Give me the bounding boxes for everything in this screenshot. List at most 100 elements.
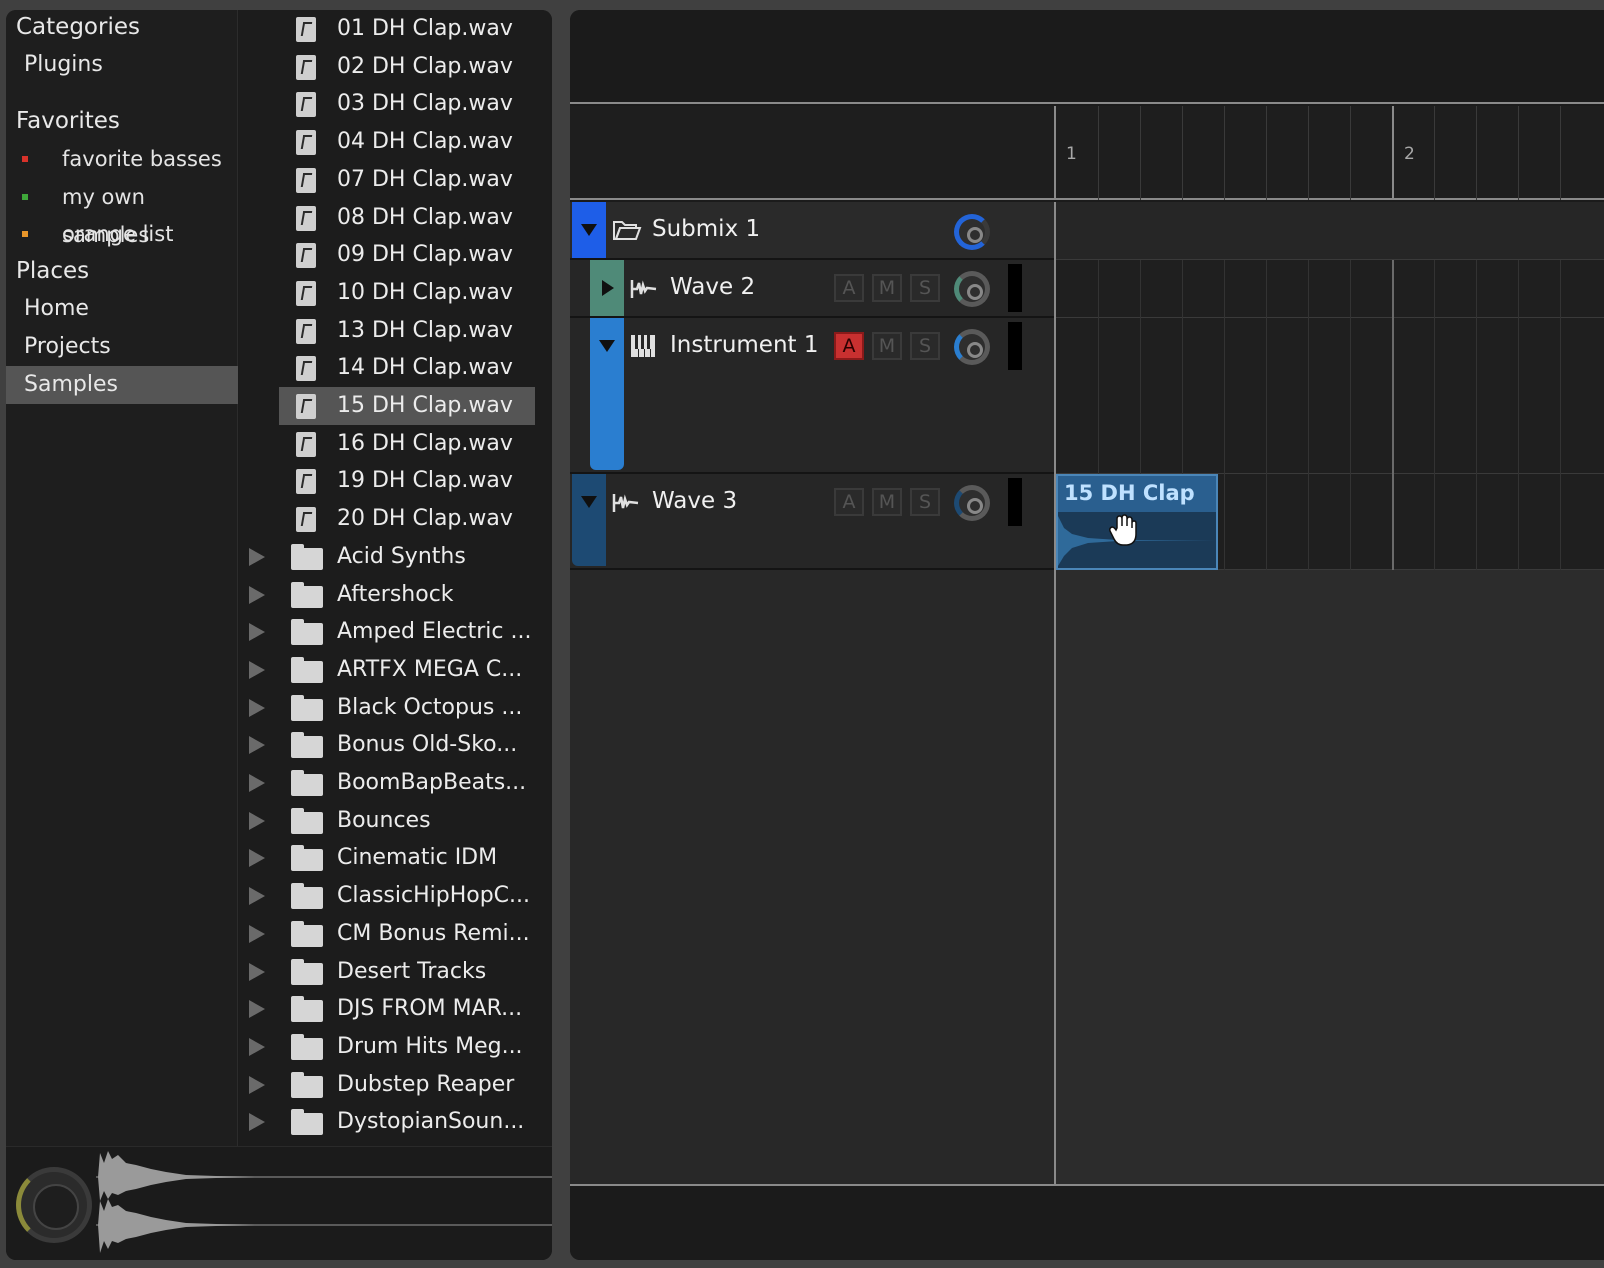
lane-instrument-1[interactable]: [1056, 318, 1604, 474]
solo-button[interactable]: S: [910, 488, 940, 516]
sample-folder-item[interactable]: DJS FROM MAR...: [239, 990, 552, 1028]
folder-name: Drum Hits Meg...: [337, 1034, 523, 1059]
expand-triangle-icon[interactable]: [249, 1113, 265, 1131]
audio-file-icon: [296, 55, 316, 80]
place-projects[interactable]: Projects: [6, 328, 238, 366]
sample-folder-item[interactable]: Cinematic IDM: [239, 839, 552, 877]
sample-folder-item[interactable]: Black Octopus ...: [239, 689, 552, 727]
expand-triangle-icon[interactable]: [249, 548, 265, 566]
expand-triangle-icon[interactable]: [249, 925, 265, 943]
sample-folder-item[interactable]: Bounces: [239, 802, 552, 840]
place-home[interactable]: Home: [6, 290, 238, 328]
sample-folder-item[interactable]: DystopianSoun...: [239, 1103, 552, 1141]
audio-file-icon: [296, 469, 316, 494]
folder-name: ClassicHipHopC...: [337, 883, 531, 908]
track-name[interactable]: Wave 3: [652, 488, 737, 514]
sample-file-item[interactable]: 01 DH Clap.wav: [239, 10, 552, 48]
sample-file-item[interactable]: 13 DH Clap.wav: [239, 312, 552, 350]
favorite-item[interactable]: my own samples: [6, 178, 238, 247]
folder-icon: [291, 1072, 323, 1098]
folder-name: Aftershock: [337, 582, 454, 607]
expand-triangle-icon[interactable]: [249, 736, 265, 754]
sample-file-item[interactable]: 03 DH Clap.wav: [239, 85, 552, 123]
track-volume-knob[interactable]: [954, 329, 990, 365]
track-volume-knob[interactable]: [954, 214, 990, 250]
sample-folder-item[interactable]: Amped Electric ...: [239, 613, 552, 651]
mute-button[interactable]: M: [872, 488, 902, 516]
sample-file-item[interactable]: 09 DH Clap.wav: [239, 236, 552, 274]
expand-triangle-icon[interactable]: [249, 699, 265, 717]
expand-triangle-icon[interactable]: [249, 1000, 265, 1018]
sample-folder-item[interactable]: Bonus Old-Sko...: [239, 726, 552, 764]
expand-triangle-icon[interactable]: [249, 1076, 265, 1094]
folder-icon: [291, 883, 323, 909]
track-wave-3[interactable]: Wave 3 A M S: [570, 474, 1054, 570]
sample-folder-item[interactable]: ClassicHipHopC...: [239, 877, 552, 915]
sample-folder-item[interactable]: Dubstep Reaper: [239, 1066, 552, 1104]
sample-folder-item[interactable]: BoomBapBeats...: [239, 764, 552, 802]
track-headers: Submix 1 Wave 2 A M S Instrument 1 A M S…: [570, 202, 1054, 1184]
expand-triangle-icon[interactable]: [249, 887, 265, 905]
preview-volume-knob[interactable]: [16, 1167, 92, 1243]
favorite-item[interactable]: favorite basses: [6, 140, 238, 178]
expand-triangle-icon[interactable]: [249, 963, 265, 981]
expand-triangle-icon[interactable]: [249, 1038, 265, 1056]
track-wave-2[interactable]: Wave 2 A M S: [570, 260, 1054, 318]
collapse-triangle-icon[interactable]: [581, 224, 597, 236]
expand-triangle-icon[interactable]: [249, 812, 265, 830]
file-name: 08 DH Clap.wav: [337, 205, 513, 230]
sample-file-item[interactable]: 10 DH Clap.wav: [239, 274, 552, 312]
collapse-triangle-icon[interactable]: [599, 340, 615, 352]
sample-folder-item[interactable]: Aftershock: [239, 576, 552, 614]
sample-folder-item[interactable]: CM Bonus Remi...: [239, 915, 552, 953]
folder-name: Dubstep Reaper: [337, 1072, 515, 1097]
sample-file-item[interactable]: 15 DH Clap.wav: [239, 387, 552, 425]
sample-file-item[interactable]: 16 DH Clap.wav: [239, 425, 552, 463]
expand-triangle-icon[interactable]: [249, 623, 265, 641]
folder-icon: [291, 657, 323, 683]
sample-file-item[interactable]: 07 DH Clap.wav: [239, 161, 552, 199]
arm-button[interactable]: A: [834, 488, 864, 516]
audio-clip[interactable]: 15 DH Clap: [1056, 474, 1218, 570]
audio-file-icon: [296, 168, 316, 193]
sample-file-item[interactable]: 08 DH Clap.wav: [239, 199, 552, 237]
track-name[interactable]: Submix 1: [652, 216, 760, 242]
folder-icon: [291, 845, 323, 871]
lane-wave-2[interactable]: [1056, 260, 1604, 318]
expand-triangle-icon[interactable]: [249, 586, 265, 604]
sample-file-item[interactable]: 02 DH Clap.wav: [239, 48, 552, 86]
expand-triangle-icon[interactable]: [249, 849, 265, 867]
sample-folder-item[interactable]: Desert Tracks: [239, 953, 552, 991]
sample-file-item[interactable]: 19 DH Clap.wav: [239, 462, 552, 500]
place-samples[interactable]: Samples: [6, 366, 238, 404]
solo-button[interactable]: S: [910, 332, 940, 360]
category-plugins[interactable]: Plugins: [6, 46, 238, 84]
audio-waveform-icon: [612, 494, 639, 512]
expand-triangle-icon[interactable]: [249, 774, 265, 792]
sample-file-item[interactable]: 04 DH Clap.wav: [239, 123, 552, 161]
sample-file-item[interactable]: 20 DH Clap.wav: [239, 500, 552, 538]
mute-button[interactable]: M: [872, 274, 902, 302]
arm-button[interactable]: A: [834, 274, 864, 302]
arm-button[interactable]: A: [834, 332, 864, 360]
track-volume-knob[interactable]: [954, 485, 990, 521]
collapse-triangle-icon[interactable]: [581, 496, 597, 508]
timeline-ruler[interactable]: 1 2: [1054, 106, 1604, 200]
sample-folder-item[interactable]: Acid Synths: [239, 538, 552, 576]
track-submix-1[interactable]: Submix 1: [570, 202, 1054, 260]
mute-button[interactable]: M: [872, 332, 902, 360]
sample-folder-item[interactable]: ARTFX MEGA C...: [239, 651, 552, 689]
track-color-strip: [572, 202, 606, 258]
track-name[interactable]: Wave 2: [670, 274, 755, 300]
favorite-item[interactable]: orange list: [6, 215, 238, 253]
lane-submix-1[interactable]: [1056, 202, 1604, 260]
arrangement-timeline[interactable]: 15 DH Clap: [1054, 202, 1604, 1184]
sample-folder-item[interactable]: Drum Hits Meg...: [239, 1028, 552, 1066]
expand-triangle-icon[interactable]: [602, 280, 614, 296]
expand-triangle-icon[interactable]: [249, 661, 265, 679]
track-name[interactable]: Instrument 1: [670, 332, 819, 358]
solo-button[interactable]: S: [910, 274, 940, 302]
track-volume-knob[interactable]: [954, 271, 990, 307]
sample-file-item[interactable]: 14 DH Clap.wav: [239, 349, 552, 387]
track-instrument-1[interactable]: Instrument 1 A M S: [570, 318, 1054, 474]
